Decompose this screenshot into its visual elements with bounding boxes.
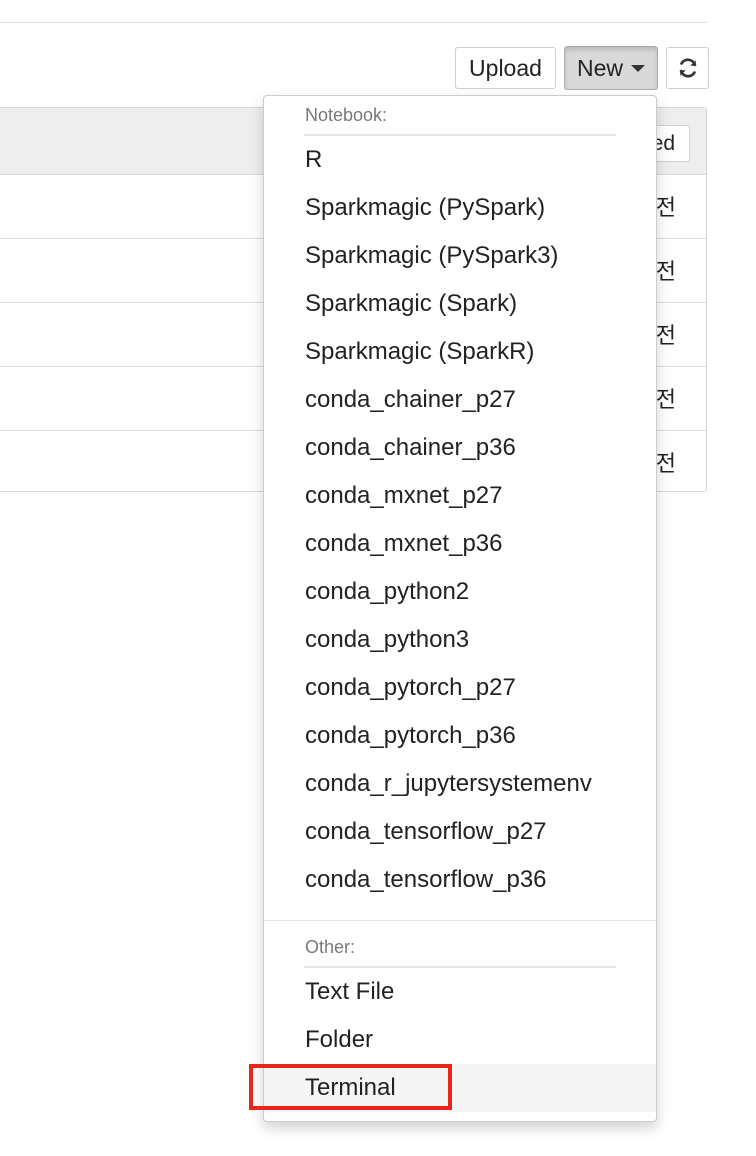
refresh-icon <box>679 58 696 78</box>
refresh-button[interactable] <box>666 47 709 89</box>
menu-item-conda-r-jupytersystemenv[interactable]: conda_r_jupytersystemenv <box>264 760 656 808</box>
header-divider <box>0 22 708 23</box>
menu-item-text-file[interactable]: Text File <box>264 968 656 1016</box>
menu-item-sparkmagic-pyspark3[interactable]: Sparkmagic (PySpark3) <box>264 232 656 280</box>
menu-item-sparkmagic-sparkr[interactable]: Sparkmagic (SparkR) <box>264 328 656 376</box>
menu-item-sparkmagic-spark[interactable]: Sparkmagic (Spark) <box>264 280 656 328</box>
menu-item-conda-pytorch-p36[interactable]: conda_pytorch_p36 <box>264 712 656 760</box>
upload-button-label: Upload <box>469 54 542 81</box>
file-modified-time: 전 <box>655 323 676 348</box>
menu-item-conda-python2[interactable]: conda_python2 <box>264 568 656 616</box>
menu-item-r[interactable]: R <box>264 136 656 184</box>
menu-item-folder[interactable]: Folder <box>264 1016 656 1064</box>
menu-item-terminal[interactable]: Terminal <box>264 1064 656 1112</box>
menu-item-conda-tensorflow-p36[interactable]: conda_tensorflow_p36 <box>264 856 656 904</box>
jupyter-tree-page: Upload New Last Modified 전 전 전 전 <box>0 0 756 1156</box>
menu-item-conda-tensorflow-p27[interactable]: conda_tensorflow_p27 <box>264 808 656 856</box>
other-section-header: Other: <box>305 937 356 957</box>
menu-item-conda-chainer-p36[interactable]: conda_chainer_p36 <box>264 424 656 472</box>
menu-item-conda-pytorch-p27[interactable]: conda_pytorch_p27 <box>264 664 656 712</box>
caret-down-icon <box>631 64 645 72</box>
new-dropdown-menu: Notebook: R Sparkmagic (PySpark) Sparkma… <box>263 95 657 1122</box>
file-modified-time: 전 <box>655 195 676 220</box>
file-modified-time: 전 <box>655 387 676 412</box>
new-button-label: New <box>576 54 623 81</box>
new-button[interactable]: New <box>564 46 658 90</box>
menu-item-conda-mxnet-p27[interactable]: conda_mxnet_p27 <box>264 472 656 520</box>
menu-item-conda-python3[interactable]: conda_python3 <box>264 616 656 664</box>
file-modified-time: 전 <box>655 259 676 284</box>
file-modified-time: 전 <box>655 451 676 476</box>
menu-item-conda-chainer-p27[interactable]: conda_chainer_p27 <box>264 376 656 424</box>
menu-section-divider <box>264 920 656 921</box>
menu-item-conda-mxnet-p36[interactable]: conda_mxnet_p36 <box>264 520 656 568</box>
upload-button[interactable]: Upload <box>455 47 556 89</box>
menu-item-sparkmagic-pyspark[interactable]: Sparkmagic (PySpark) <box>264 184 656 232</box>
notebook-section-header: Notebook: <box>305 105 388 125</box>
